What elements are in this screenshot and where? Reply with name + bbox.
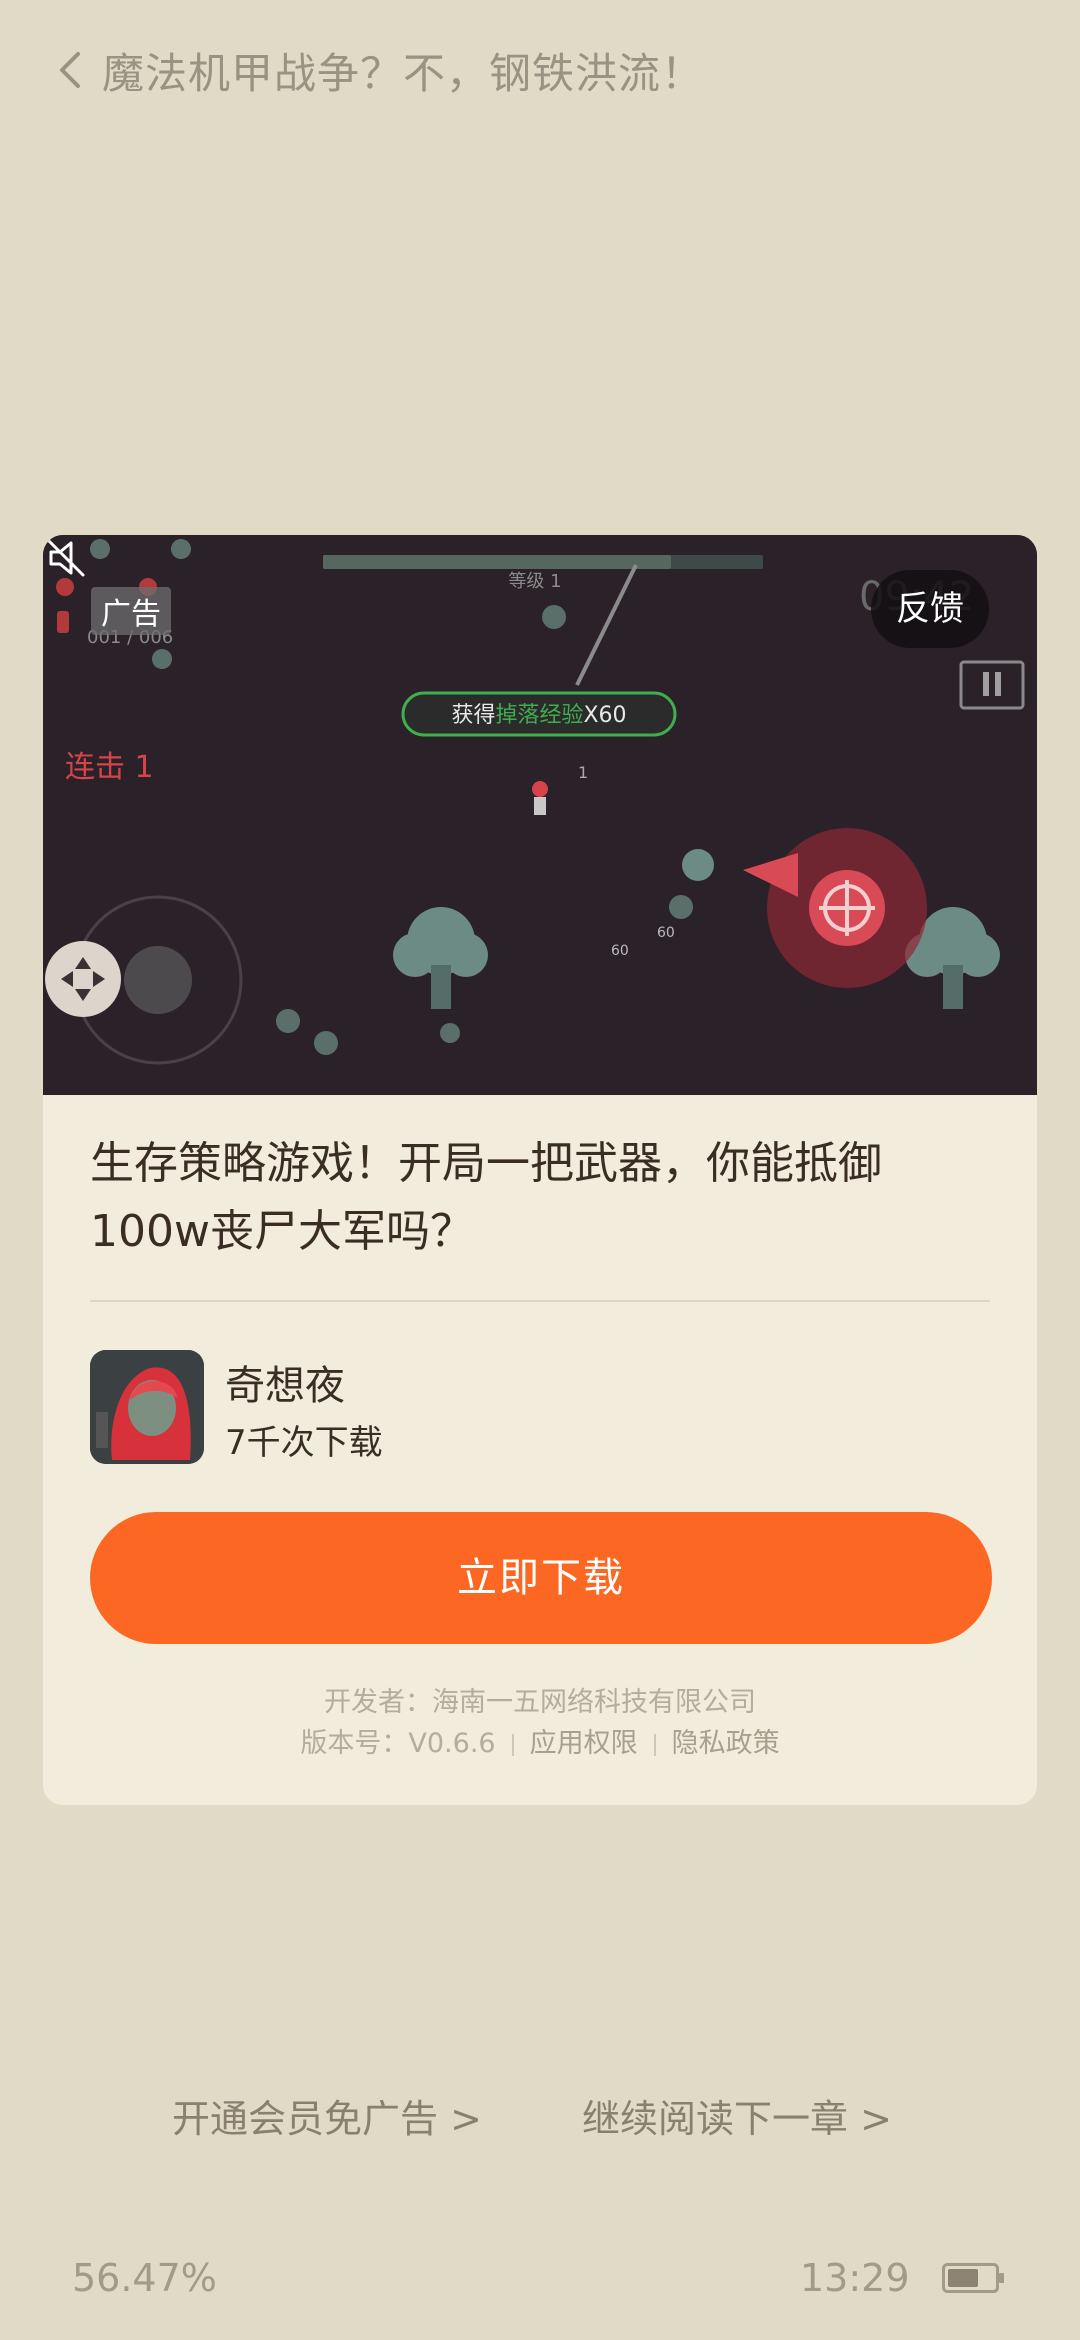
banner-suffix: X60 [583, 703, 626, 728]
vip-no-ads-link[interactable]: 开通会员免广告 > [172, 2088, 482, 2143]
level-text: 等级 1 [508, 571, 561, 592]
clock: 13:29 [800, 2256, 910, 2300]
number-60b: 60 [657, 925, 675, 941]
app-icon [90, 1350, 204, 1464]
ad-video[interactable]: 等级 1 09:42 001 / 006 获得掉落经验X60 连击 1 [43, 535, 1037, 1095]
banner-highlight: 掉落经验 [495, 703, 583, 728]
separator [511, 1733, 514, 1756]
app-meta-line: 版本号：V0.6.6 应用权限 隐私政策 [43, 1721, 1037, 1760]
download-now-button[interactable]: 立即下载 [90, 1512, 992, 1644]
divider [90, 1300, 990, 1302]
number-60a: 60 [611, 943, 629, 959]
privacy-policy-link[interactable]: 隐私政策 [672, 1728, 780, 1759]
next-chapter-link[interactable]: 继续阅读下一章 > [582, 2088, 892, 2143]
mute-icon[interactable] [43, 535, 89, 581]
chapter-title: 魔法机甲战争？不，钢铁洪流！ [102, 49, 705, 98]
svg-text:获得掉落经验X60: 获得掉落经验X60 [451, 703, 626, 728]
banner-prefix: 获得 [451, 703, 495, 728]
app-permissions-link[interactable]: 应用权限 [530, 1728, 638, 1759]
chevron-left-icon[interactable] [52, 46, 88, 94]
separator [653, 1733, 656, 1756]
app-download-count: 7千次下载 [225, 1423, 383, 1463]
combo-text: 连击 1 [65, 750, 154, 785]
ad-card[interactable]: 等级 1 09:42 001 / 006 获得掉落经验X60 连击 1 [43, 535, 1037, 1805]
developer-info: 开发者：海南一五网络科技有限公司 [324, 1687, 756, 1718]
battery-icon [942, 2263, 1004, 2293]
feedback-button[interactable]: 反馈 [871, 570, 989, 648]
ad-headline: 生存策略游戏！开局一把武器，你能抵御100w丧尸大军吗？ [90, 1138, 882, 1257]
version-info: 版本号：V0.6.6 [300, 1728, 496, 1759]
number-1: 1 [578, 763, 588, 782]
ad-label: 广告 [91, 587, 171, 635]
reading-progress: 56.47% [72, 2256, 217, 2300]
top-bar: 魔法机甲战争？不，钢铁洪流！ [0, 0, 1080, 140]
app-name: 奇想夜 [225, 1363, 345, 1409]
